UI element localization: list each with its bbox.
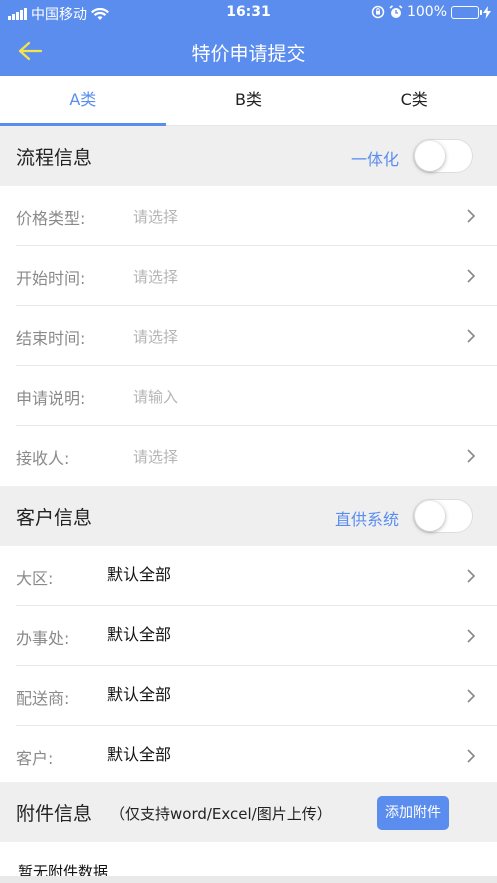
end-time-value: 请选择 [133, 328, 179, 346]
end-time-row[interactable]: 结束时间: 请选择 [0, 306, 497, 366]
customer-row[interactable]: 客户: 默认全部 [0, 726, 497, 786]
start-time-value: 请选择 [133, 268, 179, 286]
page-title: 特价申请提交 [191, 43, 306, 65]
row-label: 价格类型: [16, 209, 86, 228]
tab-a[interactable]: A类 [0, 76, 166, 126]
receiver-row[interactable]: 接收人: 请选择 [0, 426, 497, 486]
office-value: 默认全部 [107, 625, 172, 644]
charging-icon [483, 5, 491, 19]
chevron-right-icon [467, 689, 476, 703]
direct-supply-toggle[interactable] [413, 499, 473, 533]
bottom-bar [0, 876, 497, 883]
nav-bar: 特价申请提交 [0, 26, 497, 76]
row-label: 大区: [16, 569, 54, 588]
customer-section-header: 客户信息 直供系统 [0, 486, 497, 546]
tab-c[interactable]: C类 [331, 76, 497, 125]
row-label: 客户: [16, 749, 54, 768]
toggle-knob [415, 501, 445, 531]
distributor-row[interactable]: 配送商: 默认全部 [0, 666, 497, 726]
chevron-right-icon [467, 449, 476, 463]
category-tabs: A类 B类 C类 [0, 76, 497, 126]
chevron-right-icon [467, 629, 476, 643]
price-type-row[interactable]: 价格类型: 请选择 [0, 186, 497, 246]
row-label: 结束时间: [16, 329, 86, 348]
customer-section-title: 客户信息 [16, 507, 93, 529]
row-label: 申请说明: [16, 389, 86, 408]
office-row[interactable]: 办事处: 默认全部 [0, 606, 497, 666]
description-input[interactable]: 请输入 [133, 386, 178, 407]
row-label: 配送商: [16, 689, 70, 708]
row-label: 接收人: [16, 449, 70, 468]
rotation-lock-icon [371, 5, 385, 19]
chevron-right-icon [467, 209, 476, 223]
add-attachment-button[interactable]: 添加附件 [377, 796, 449, 830]
attachment-format-note: （仅支持word/Excel/图片上传） [110, 805, 332, 823]
process-section-header: 流程信息 一体化 [0, 126, 497, 186]
chevron-right-icon [467, 269, 476, 283]
chevron-right-icon [467, 749, 476, 763]
integration-toggle-label: 一体化 [350, 150, 399, 169]
description-row: 申请说明: 请输入 [0, 366, 497, 426]
attachment-section-header: 附件信息 （仅支持word/Excel/图片上传） 添加附件 [0, 782, 497, 842]
chevron-right-icon [467, 329, 476, 343]
region-row[interactable]: 大区: 默认全部 [0, 546, 497, 606]
tab-b[interactable]: B类 [166, 76, 332, 125]
status-bar: 中国移动 16:31 100% [0, 0, 497, 26]
row-label: 办事处: [16, 629, 70, 648]
region-value: 默认全部 [107, 565, 172, 584]
customer-value: 默认全部 [107, 745, 172, 764]
direct-supply-toggle-label: 直供系统 [334, 510, 399, 529]
alarm-icon [389, 5, 403, 18]
integration-toggle[interactable] [413, 139, 473, 173]
chevron-right-icon [467, 569, 476, 583]
distributor-value: 默认全部 [107, 685, 172, 704]
battery-icon [451, 5, 482, 19]
process-section-title: 流程信息 [16, 147, 93, 169]
battery-percent: 100% [406, 4, 447, 20]
receiver-value: 请选择 [133, 448, 179, 466]
status-right: 100% [371, 4, 491, 20]
start-time-row[interactable]: 开始时间: 请选择 [0, 246, 497, 306]
price-type-value: 请选择 [133, 208, 179, 226]
row-label: 开始时间: [16, 269, 86, 288]
attachment-section-title: 附件信息 [16, 803, 93, 825]
toggle-knob [415, 141, 445, 171]
